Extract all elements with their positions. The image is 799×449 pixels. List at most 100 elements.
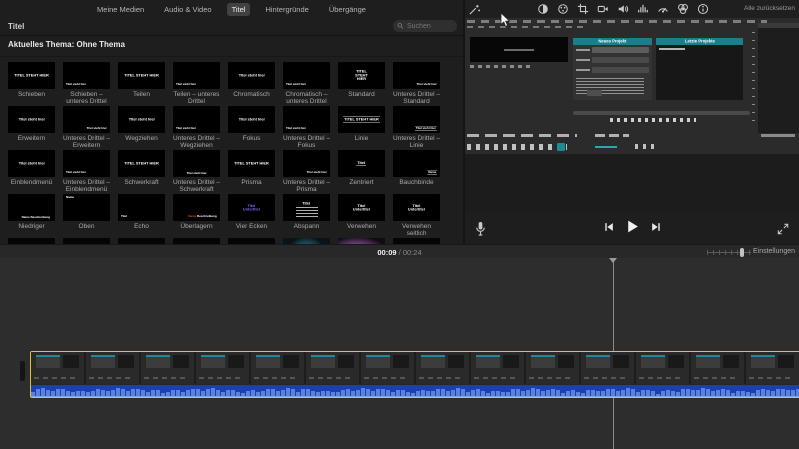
- search-box[interactable]: [393, 20, 457, 32]
- title-tile[interactable]: Titel Untertitel Verwehen: [338, 194, 385, 238]
- title-thumbnail[interactable]: Titel steht hier: [393, 62, 440, 89]
- next-frame-button[interactable]: [650, 221, 662, 233]
- title-tile[interactable]: Titel steht hier Einblendmenü: [8, 150, 55, 194]
- title-tile[interactable]: Titel steht hier Unteres Drittel – Standa…: [393, 62, 440, 106]
- title-thumbnail[interactable]: Titel: [118, 194, 165, 221]
- title-tile[interactable]: TITEL STEHT HIER Standard: [338, 62, 385, 106]
- noise-reduction-icon[interactable]: [637, 3, 649, 15]
- speed-icon[interactable]: [657, 3, 669, 15]
- title-tile[interactable]: Titel steht hier Unteres Drittel – Wegzie…: [173, 106, 220, 150]
- reset-all-button[interactable]: Alle zurücksetzen: [744, 5, 795, 12]
- title-thumbnail[interactable]: Name: [393, 150, 440, 177]
- title-thumbnail[interactable]: TITEL STEHT HIER: [338, 62, 385, 89]
- title-thumbnail[interactable]: Titel Untertitel: [393, 194, 440, 221]
- title-thumbnail[interactable]: Titel: [283, 194, 330, 221]
- title-thumbnail[interactable]: Titel steht hier: [63, 106, 110, 133]
- title-thumbnail[interactable]: Titel: [338, 150, 385, 177]
- timeline[interactable]: [0, 258, 799, 449]
- timeline-zoom-slider[interactable]: [707, 248, 751, 257]
- tab-hintergr-nde[interactable]: Hintergründe: [260, 3, 313, 16]
- clip-frame-thumbnail: [526, 352, 581, 384]
- previous-frame-button[interactable]: [603, 221, 615, 233]
- title-label: Unteres Drittel – Prisma: [283, 179, 330, 193]
- color-balance-icon[interactable]: [537, 3, 549, 15]
- title-thumbnail[interactable]: TITEL STEHT HIER: [338, 106, 385, 133]
- tab-titel[interactable]: Titel: [226, 2, 251, 16]
- title-thumbnail[interactable]: Titel steht hier: [393, 106, 440, 133]
- title-tile[interactable]: Titel steht hier Unteres Drittel – Fokus: [283, 106, 330, 150]
- color-correction-icon[interactable]: [557, 3, 569, 15]
- title-thumbnail[interactable]: Titel steht hier: [63, 150, 110, 177]
- title-tile[interactable]: Name Oben: [63, 194, 110, 238]
- title-thumbnail[interactable]: Titel Untertitel: [228, 194, 275, 221]
- title-tile[interactable]: Titel steht hier Wegziehen: [118, 106, 165, 150]
- title-tile[interactable]: Titel steht hier Unteres Drittel – Einble…: [63, 150, 110, 194]
- transport-controls: [465, 219, 799, 234]
- info-icon[interactable]: [697, 3, 709, 15]
- title-tile[interactable]: Titel Echo: [118, 194, 165, 238]
- adjust-icons: [537, 3, 709, 15]
- title-thumbnail[interactable]: Titel steht hier: [283, 150, 330, 177]
- title-tile[interactable]: Titel steht hier Unteres Drittel – Prisma: [283, 150, 330, 194]
- title-thumbnail[interactable]: Titel steht hier: [228, 62, 275, 89]
- settings-button[interactable]: Einstellungen: [753, 248, 795, 255]
- title-tile[interactable]: Titel steht hier Unteres Drittel – Linie: [393, 106, 440, 150]
- title-tile[interactable]: Titel Zentriert: [338, 150, 385, 194]
- clip-left-edge-handle[interactable]: [20, 361, 25, 381]
- title-thumbnail[interactable]: Titel steht hier: [8, 106, 55, 133]
- title-thumbnail[interactable]: Titel steht hier: [173, 62, 220, 89]
- title-thumbnail[interactable]: TITEL STEHT HIER: [118, 150, 165, 177]
- title-thumbnail[interactable]: Titel Untertitel: [338, 194, 385, 221]
- title-thumbnail[interactable]: Titel steht hier: [118, 106, 165, 133]
- title-tile[interactable]: Titel steht hier Erweitern: [8, 106, 55, 150]
- title-thumbnail[interactable]: Titel steht hier: [228, 106, 275, 133]
- title-thumbnail[interactable]: TITEL STEHT HIER: [228, 150, 275, 177]
- dialog-title: Letzte Projekte: [684, 39, 715, 44]
- auto-enhance-icon[interactable]: [468, 3, 481, 16]
- title-tile[interactable]: Titel Untertitel Vier Ecken: [228, 194, 275, 238]
- title-tile[interactable]: Titel steht hier Unteres Drittel – Erweit…: [63, 106, 110, 150]
- title-tile[interactable]: Titel Abspann: [283, 194, 330, 238]
- title-tile[interactable]: TITEL STEHT HIER Prisma: [228, 150, 275, 194]
- title-thumbnail[interactable]: Name: [63, 194, 110, 221]
- title-tile[interactable]: Titel steht hier Chromatisch: [228, 62, 275, 106]
- title-label: Unteres Drittel – Standard: [393, 91, 440, 105]
- title-tile[interactable]: Titel Untertitel Verwehen seitlich: [393, 194, 440, 238]
- title-tile[interactable]: TITEL STEHT HIER Schwerkraft: [118, 150, 165, 194]
- title-tile[interactable]: TITEL STEHT HIER Schieben: [8, 62, 55, 106]
- fullscreen-button[interactable]: [777, 222, 790, 235]
- crop-icon[interactable]: [577, 3, 589, 15]
- effects-icon[interactable]: [677, 3, 689, 15]
- title-label: Überlagern: [180, 223, 213, 230]
- title-thumbnail[interactable]: Titel steht hier: [283, 62, 330, 89]
- title-tile[interactable]: Name Beschreibung Überlagern: [173, 194, 220, 238]
- stabilization-icon[interactable]: [597, 3, 609, 15]
- title-thumbnail[interactable]: Name Beschreibung: [173, 194, 220, 221]
- title-thumbnail[interactable]: TITEL STEHT HIER: [118, 62, 165, 89]
- search-input[interactable]: [407, 22, 453, 30]
- title-thumbnail[interactable]: Titel steht hier: [283, 106, 330, 133]
- title-tile[interactable]: Titel steht hier Chromatisch – unteres Dr…: [283, 62, 330, 106]
- title-tile[interactable]: TITEL STEHT HIER Linie: [338, 106, 385, 150]
- title-tile[interactable]: TITEL STEHT HIER Teilen: [118, 62, 165, 106]
- play-button[interactable]: [625, 219, 640, 234]
- volume-icon[interactable]: [617, 3, 629, 15]
- title-thumbnail[interactable]: Name Beschreibung: [8, 194, 55, 221]
- title-thumbnail[interactable]: Titel steht hier: [63, 62, 110, 89]
- tab--berg-nge[interactable]: Übergänge: [324, 3, 371, 16]
- title-tile[interactable]: Titel steht hier Schieben – unteres Dritt…: [63, 62, 110, 106]
- video-viewer[interactable]: Neues Projekt Letzte Projekte: [465, 18, 799, 213]
- title-tile[interactable]: Titel steht hier Unteres Drittel – Schwer…: [173, 150, 220, 194]
- title-tile[interactable]: Name Bauchbinde: [393, 150, 440, 194]
- tab-meine-medien[interactable]: Meine Medien: [92, 3, 149, 16]
- timeline-clip-selected[interactable]: [30, 351, 799, 398]
- title-thumbnail[interactable]: Titel steht hier: [8, 150, 55, 177]
- title-thumbnail[interactable]: TITEL STEHT HIER: [8, 62, 55, 89]
- title-tile[interactable]: Name Beschreibung Niedriger: [8, 194, 55, 238]
- title-tile[interactable]: Titel steht hier Fokus: [228, 106, 275, 150]
- title-tile[interactable]: Titel steht hier Teilen – unteres Drittel: [173, 62, 220, 106]
- title-thumbnail[interactable]: Titel steht hier: [173, 106, 220, 133]
- title-thumbnail[interactable]: Titel steht hier: [173, 150, 220, 177]
- tab-audio-video[interactable]: Audio & Video: [159, 3, 216, 16]
- zoom-slider-handle[interactable]: [740, 248, 744, 257]
